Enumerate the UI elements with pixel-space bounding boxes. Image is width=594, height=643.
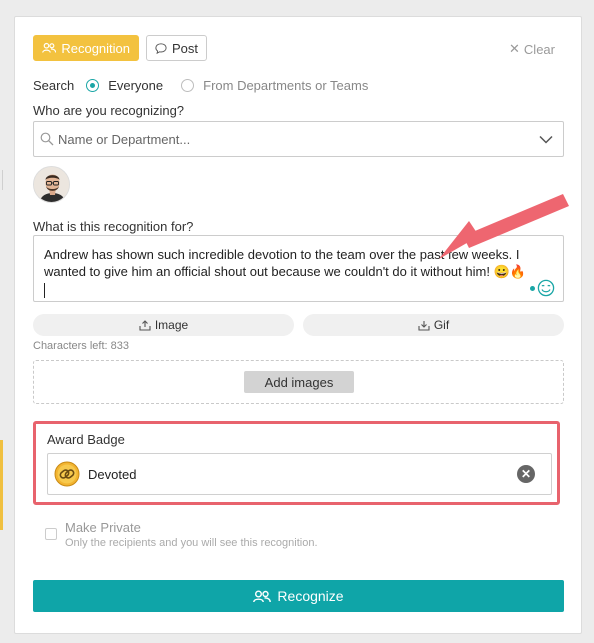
close-icon: ✕ (520, 467, 532, 481)
gif-attach-button[interactable]: Gif (303, 314, 564, 336)
upload-icon (139, 319, 151, 331)
award-badge-highlight: Award Badge Devoted ✕ (33, 421, 560, 505)
radio-everyone[interactable] (86, 79, 100, 92)
tab-recognition-label: Recognition (61, 40, 130, 56)
download-icon (418, 320, 430, 331)
award-badge-selection[interactable]: Devoted ✕ (47, 453, 552, 495)
award-badge-name: Devoted (88, 466, 137, 482)
tab-post-label: Post (171, 40, 198, 56)
make-private-option: Make Private Only the recipients and you… (45, 520, 318, 549)
tab-recognition[interactable]: Recognition (33, 35, 139, 61)
recognition-composer: Recognition Post ✕ Clear Search Everyone… (14, 16, 582, 634)
tab-post[interactable]: Post (146, 35, 207, 61)
clear-label: Clear (523, 41, 555, 57)
recognize-label: Recognize (277, 588, 344, 604)
image-dropzone[interactable]: Add images (33, 360, 564, 404)
clear-button[interactable]: ✕ Clear (509, 41, 555, 57)
background-divider (2, 170, 3, 190)
recipient-placeholder: Name or Department... (58, 131, 191, 147)
image-attach-label: Image (154, 318, 189, 332)
recognize-button[interactable]: Recognize (33, 580, 564, 612)
search-scope: Search Everyone From Departments or Team… (33, 78, 368, 93)
radio-everyone-label[interactable]: Everyone (108, 78, 163, 93)
background-accent-strip (0, 440, 3, 530)
devoted-badge-icon (54, 461, 80, 487)
remove-badge-button[interactable]: ✕ (517, 465, 535, 483)
make-private-checkbox[interactable] (45, 528, 57, 540)
radio-departments-teams[interactable] (181, 79, 195, 92)
make-private-description: Only the recipients and you will see thi… (65, 537, 318, 549)
chevron-down-icon[interactable] (539, 135, 553, 144)
add-images-button[interactable]: Add images (244, 371, 354, 393)
person-portrait-icon (34, 167, 69, 202)
recipient-avatar[interactable] (33, 166, 70, 203)
recipient-search-input[interactable]: Name or Department... (33, 121, 564, 157)
gif-attach-label: Gif (433, 318, 450, 332)
reason-label: What is this recognition for? (33, 219, 194, 234)
text-caret (44, 283, 45, 299)
recipient-label: Who are you recognizing? (33, 103, 185, 118)
characters-left-counter: Characters left: 833 (33, 340, 129, 352)
make-private-title: Make Private (65, 520, 141, 535)
search-label: Search (33, 78, 75, 93)
chat-bubble-icon (155, 42, 167, 54)
users-icon (253, 590, 272, 602)
users-icon (42, 42, 57, 53)
status-dot-icon (530, 285, 535, 291)
radio-departments-teams-label[interactable]: From Departments or Teams (203, 78, 368, 93)
search-icon (40, 132, 54, 146)
image-attach-button[interactable]: Image (33, 314, 294, 336)
emoji-picker-button[interactable] (530, 279, 555, 297)
close-icon: ✕ (509, 41, 520, 56)
award-badge-label: Award Badge (47, 432, 125, 447)
smiley-icon (537, 279, 555, 297)
callout-arrow-icon (439, 194, 569, 259)
